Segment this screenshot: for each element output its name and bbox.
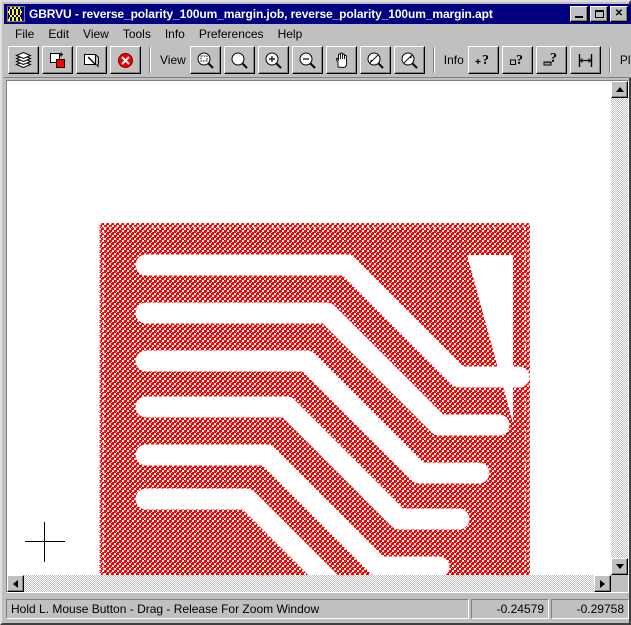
- close-icon: ✕: [614, 8, 624, 19]
- toolbar: View Info ? ? ? Pl: [4, 43, 631, 78]
- zoom-window-icon: [196, 51, 215, 70]
- scroll-down-button[interactable]: [611, 558, 628, 575]
- object-query-icon: ?: [508, 51, 527, 70]
- menu-help[interactable]: Help: [271, 26, 310, 42]
- point-query-icon: ?: [474, 51, 493, 70]
- info-group-label: Info: [443, 53, 464, 67]
- menu-bar: File Edit View Tools Info Preferences He…: [4, 24, 631, 43]
- title-bar[interactable]: GBRVU - reverse_polarity_100um_margin.jo…: [4, 4, 631, 24]
- svg-text:?: ?: [516, 53, 523, 68]
- zoom-window-button[interactable]: [189, 46, 221, 74]
- zoom-in-icon: [264, 51, 283, 70]
- zoom-out-icon: [298, 51, 317, 70]
- measure-info-button[interactable]: ?: [535, 46, 567, 74]
- application-window: GBRVU - reverse_polarity_100um_margin.jo…: [0, 0, 631, 625]
- plot-group-label: Plot: [619, 53, 631, 67]
- scroll-up-arrow: [615, 87, 624, 92]
- zoom-next-icon: [400, 51, 419, 70]
- scroll-up-button[interactable]: [611, 81, 628, 98]
- menu-tools[interactable]: Tools: [116, 26, 158, 42]
- window-controls: ✕: [570, 6, 628, 22]
- pan-hand-icon: [332, 51, 351, 70]
- vertical-scrollbar[interactable]: [611, 81, 628, 575]
- scroll-right-button[interactable]: [594, 575, 611, 592]
- status-coordinate-x: -0.24579: [471, 599, 549, 619]
- distance-button[interactable]: [569, 46, 601, 74]
- status-coordinate-y: -0.29758: [551, 599, 629, 619]
- gerber-artwork: [98, 222, 531, 575]
- delete-circle-icon: [116, 51, 135, 70]
- add-layer-icon: [48, 51, 67, 70]
- scrollbar-corner: [611, 575, 628, 592]
- menu-info[interactable]: Info: [158, 26, 192, 42]
- menu-preferences[interactable]: Preferences: [192, 26, 271, 42]
- toolbar-separator-2: [432, 47, 435, 73]
- maximize-button[interactable]: [590, 6, 608, 22]
- horizontal-scrollbar[interactable]: [7, 575, 611, 592]
- zoom-full-icon: [230, 51, 249, 70]
- zoom-prev-icon: [366, 51, 385, 70]
- layers-icon: [14, 51, 33, 70]
- toolbar-separator-1: [149, 47, 151, 73]
- gerber-canvas[interactable]: [7, 81, 611, 575]
- zoom-full-button[interactable]: [223, 46, 255, 74]
- layers-button[interactable]: [8, 46, 39, 74]
- menu-edit[interactable]: Edit: [41, 26, 76, 42]
- zoom-previous-button[interactable]: [359, 46, 391, 74]
- window-title: GBRVU - reverse_polarity_100um_margin.jo…: [29, 7, 493, 21]
- client-area: [6, 80, 629, 593]
- toolbar-separator-3: [608, 47, 611, 73]
- point-info-button[interactable]: ?: [467, 46, 499, 74]
- object-info-button[interactable]: ?: [501, 46, 533, 74]
- scroll-down-arrow: [615, 564, 624, 569]
- scroll-right-arrow: [600, 579, 605, 588]
- edit-layer-button[interactable]: [76, 46, 107, 74]
- status-message: Hold L. Mouse Button - Drag - Release Fo…: [6, 599, 469, 619]
- svg-text:?: ?: [550, 51, 557, 66]
- view-group-label: View: [160, 53, 186, 67]
- close-button[interactable]: ✕: [610, 6, 628, 22]
- zoom-out-button[interactable]: [291, 46, 323, 74]
- delete-layer-button[interactable]: [110, 46, 141, 74]
- edit-layer-icon: [82, 51, 101, 70]
- status-bar: Hold L. Mouse Button - Drag - Release Fo…: [6, 599, 629, 619]
- minimize-button[interactable]: [570, 6, 588, 22]
- menu-view[interactable]: View: [76, 26, 116, 42]
- pan-button[interactable]: [325, 46, 357, 74]
- scroll-left-arrow: [13, 579, 18, 588]
- zoom-in-button[interactable]: [257, 46, 289, 74]
- distance-icon: [576, 51, 595, 70]
- menu-file[interactable]: File: [8, 26, 41, 42]
- scroll-left-button[interactable]: [7, 575, 24, 592]
- zoom-next-button[interactable]: [393, 46, 425, 74]
- measure-query-icon: ?: [542, 51, 561, 70]
- add-layer-button[interactable]: [42, 46, 73, 74]
- gbrvu-app-icon: [7, 6, 25, 22]
- svg-text:?: ?: [482, 53, 489, 68]
